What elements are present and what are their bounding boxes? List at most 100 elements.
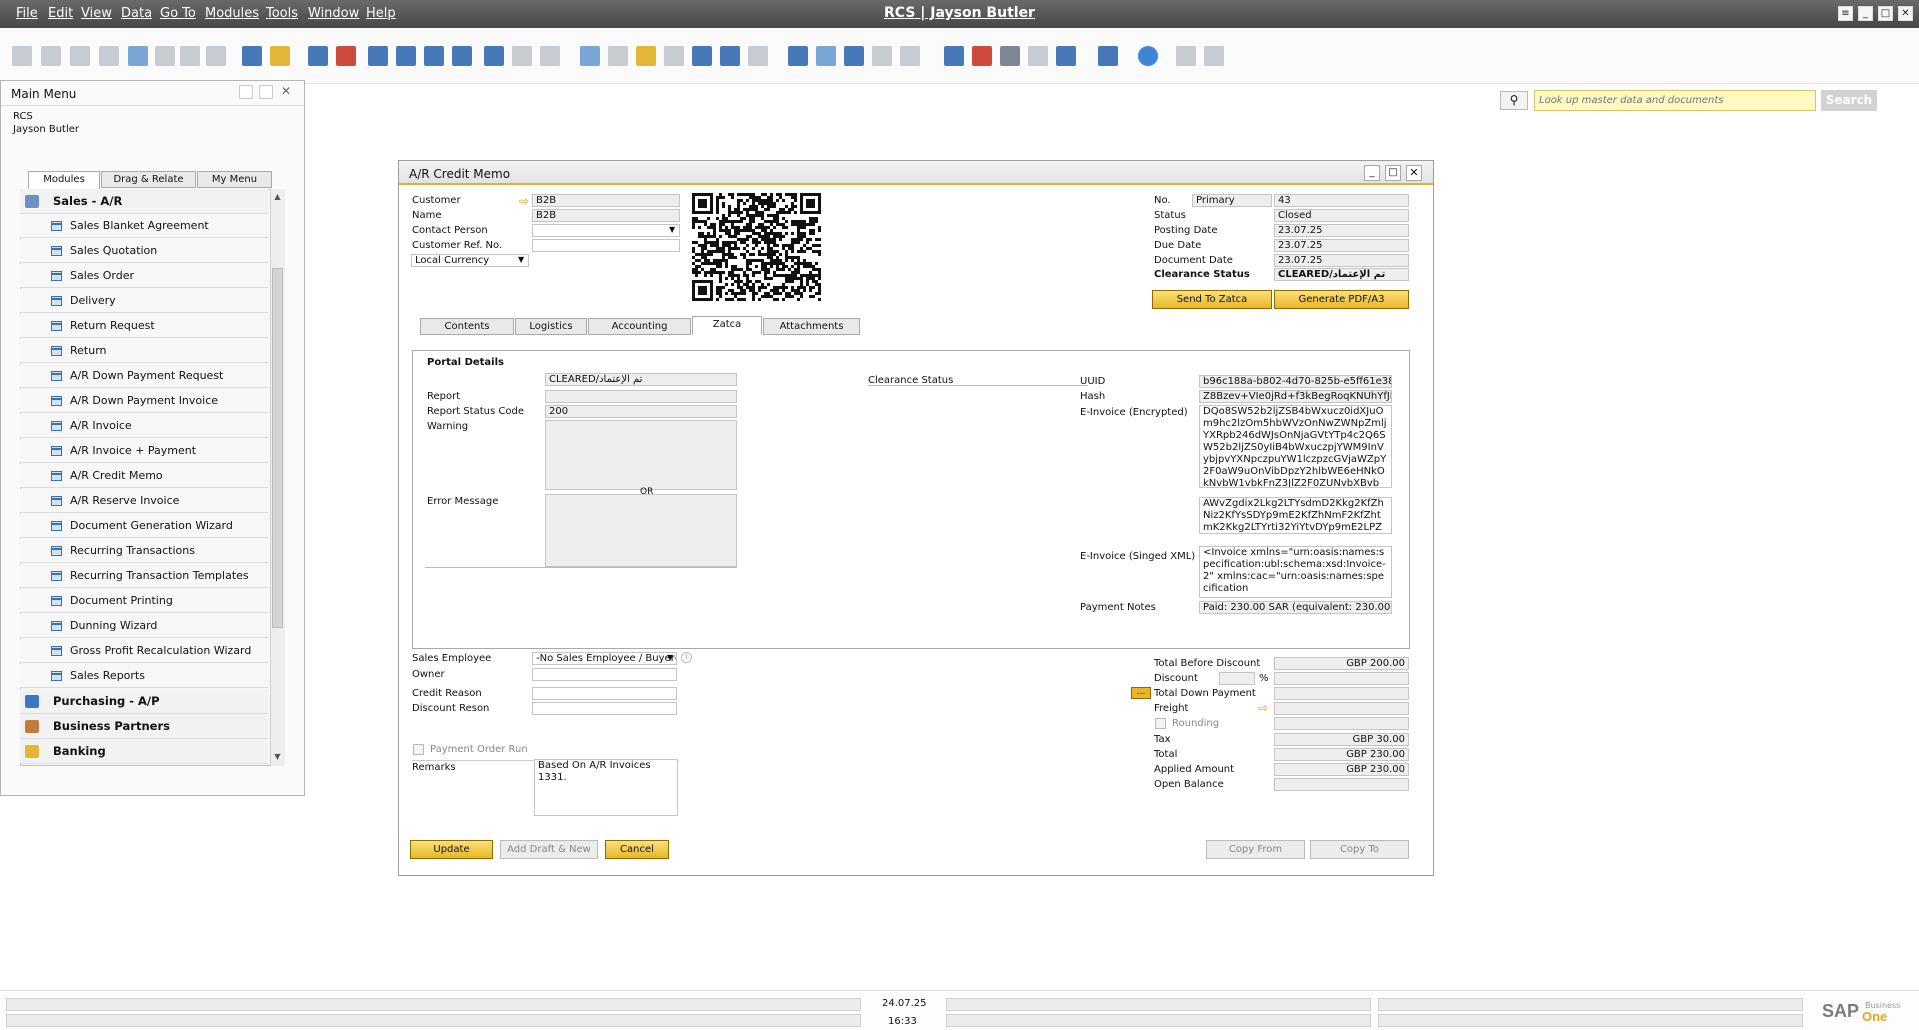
name-field[interactable]: B2B [532, 209, 680, 222]
update-button[interactable]: Update [410, 840, 493, 859]
tab-modules[interactable]: Modules [28, 171, 100, 190]
menu-item-ar-down-payment-request[interactable]: A/R Down Payment Request [20, 364, 268, 388]
menu-item-ar-credit-memo[interactable]: A/R Credit Memo [20, 464, 268, 488]
lock-icon[interactable] [270, 46, 290, 66]
org-chart-icon[interactable] [1028, 46, 1048, 66]
owner-field[interactable] [532, 668, 677, 681]
menu-item-ar-down-payment-invoice[interactable]: A/R Down Payment Invoice [20, 389, 268, 413]
generate-pdf-button[interactable]: Generate PDF/A3 [1274, 290, 1409, 309]
menu-item-sales-quotation[interactable]: Sales Quotation [20, 239, 268, 263]
scroll-thumb[interactable] [272, 268, 283, 628]
tab-zatca[interactable]: Zatca [692, 316, 762, 335]
menu-item-recurring-transaction-templates[interactable]: Recurring Transaction Templates [20, 564, 268, 588]
total-before-discount-field[interactable]: GBP 200.00 [1274, 657, 1409, 670]
currency-select[interactable]: Local Currency [411, 254, 529, 267]
calendar-icon[interactable] [944, 46, 964, 66]
category-sales[interactable]: Sales - A/R [20, 189, 268, 214]
error-message-textarea[interactable] [545, 494, 737, 567]
einvoice-xml-textarea[interactable]: <Invoice xmlns="urn:oasis:names:specific… [1199, 546, 1392, 598]
rounding-field[interactable] [1274, 717, 1409, 730]
approval-icon[interactable] [844, 46, 864, 66]
category-business-partners[interactable]: Business Partners [20, 714, 268, 739]
menu-item-gross-profit-recalculation-wizard[interactable]: Gross Profit Recalculation Wizard [20, 639, 268, 663]
payment-means-icon[interactable] [664, 46, 684, 66]
query-icon[interactable] [748, 46, 768, 66]
fax-icon[interactable] [128, 46, 148, 66]
restore-small-icon[interactable]: ≡ [1838, 6, 1853, 21]
copy-to-button[interactable]: Copy To [1310, 840, 1409, 859]
next-record-icon[interactable] [424, 46, 444, 66]
hash-field[interactable]: Z8Bzev+VIe0jRd+f3kBegRoqKNUhYfJL6rLi [1199, 390, 1392, 403]
payment-notes-field[interactable]: Paid: 230.00 SAR (equivalent: 230.00 GBP… [1199, 601, 1392, 614]
mail-icon[interactable] [972, 46, 992, 66]
email-icon[interactable] [70, 46, 90, 66]
menu-item-ar-invoice-payment[interactable]: A/R Invoice + Payment [20, 439, 268, 463]
total-down-payment-field[interactable] [1274, 687, 1409, 700]
tab-drag-relate[interactable]: Drag & Relate [101, 171, 196, 188]
menu-item-document-printing[interactable]: Document Printing [20, 589, 268, 613]
tab-my-menu[interactable]: My Menu [197, 171, 272, 188]
doc-maximize-button[interactable]: □ [1385, 165, 1401, 181]
tab-attachments[interactable]: Attachments [763, 318, 860, 335]
new-document-icon[interactable] [816, 46, 836, 66]
menu-item-return-request[interactable]: Return Request [20, 314, 268, 338]
status-field[interactable]: Closed [1274, 209, 1409, 222]
menu-item-sales-blanket-agreement[interactable]: Sales Blanket Agreement [20, 214, 268, 238]
tab-contents[interactable]: Contents [420, 318, 514, 335]
payment-order-checkbox[interactable] [413, 744, 424, 755]
qr-text-textarea[interactable]: AWvZgdix2Lkg2LTYsdmD2Kkg2KfZhNiz2KfYsSDY… [1199, 497, 1392, 534]
refresh-icon[interactable] [484, 46, 504, 66]
menu-item-ar-reserve-invoice[interactable]: A/R Reserve Invoice [20, 489, 268, 513]
target-document-icon[interactable] [608, 46, 628, 66]
warning-textarea[interactable] [545, 420, 737, 490]
add-icon[interactable] [336, 46, 356, 66]
report-field[interactable] [545, 390, 737, 403]
doc-minimize-button[interactable]: _ [1364, 165, 1380, 181]
freight-field[interactable] [1274, 702, 1409, 715]
last-record-icon[interactable] [452, 46, 472, 66]
web-icon[interactable] [1098, 46, 1118, 66]
sms-icon[interactable] [99, 46, 119, 66]
remarks-textarea[interactable]: Based On A/R Invoices 1331. [534, 759, 678, 816]
posting-date-field[interactable]: 23.07.25 [1274, 224, 1409, 237]
category-purchasing[interactable]: Purchasing - A/P [20, 689, 268, 714]
customer-field[interactable]: B2B [532, 194, 680, 207]
contact-person-select[interactable] [532, 224, 680, 237]
menu-item-recurring-transactions[interactable]: Recurring Transactions [20, 539, 268, 563]
menu-item-sales-order[interactable]: Sales Order [20, 264, 268, 288]
panel-maximize-button[interactable] [259, 85, 273, 99]
tab-accounting[interactable]: Accounting [588, 318, 691, 335]
search-button[interactable]: Search [1821, 90, 1877, 111]
send-to-zatca-button[interactable]: Send To Zatca [1152, 290, 1272, 309]
credit-reason-field[interactable] [532, 687, 677, 700]
discount-percent-field[interactable] [1219, 672, 1255, 685]
navigate-icon[interactable] [242, 46, 262, 66]
restore-button[interactable]: □ [1878, 6, 1893, 21]
alerts-icon[interactable] [900, 46, 920, 66]
menu-item-return[interactable]: Return [20, 339, 268, 363]
messages-icon[interactable] [872, 46, 892, 66]
settings-icon[interactable] [1176, 46, 1196, 66]
customer-ref-field[interactable] [532, 239, 680, 252]
copy-from-button[interactable]: Copy From [1206, 840, 1305, 859]
close-button[interactable]: ✕ [1898, 6, 1913, 21]
scroll-down-icon[interactable]: ▼ [272, 752, 283, 762]
menu-item-document-generation-wizard[interactable]: Document Generation Wizard [20, 514, 268, 538]
info-icon[interactable]: i [681, 652, 692, 663]
panel-close-icon[interactable]: ✕ [279, 84, 293, 98]
due-date-field[interactable]: 23.07.25 [1274, 239, 1409, 252]
first-record-icon[interactable] [368, 46, 388, 66]
sort-icon[interactable] [540, 46, 560, 66]
einvoice-encrypted-textarea[interactable]: DQo8SW52b2ljZSB4bWxucz0idXJuOm9hc2lzOm5h… [1199, 405, 1392, 488]
menu-item-sales-reports[interactable]: Sales Reports [20, 664, 268, 688]
link-arrow-icon[interactable]: ⇨ [519, 194, 529, 208]
link-arrow-icon[interactable]: ⇨ [1258, 701, 1268, 715]
layout-designer-icon[interactable] [720, 46, 740, 66]
total-field[interactable]: GBP 230.00 [1274, 748, 1409, 761]
tax-field[interactable]: GBP 30.00 [1274, 733, 1409, 746]
filter-icon[interactable] [512, 46, 532, 66]
help-icon[interactable] [1138, 46, 1158, 66]
export-icon[interactable] [155, 46, 175, 66]
portal-status-field[interactable]: CLEARED/تم الإعتماد [545, 373, 737, 386]
tab-logistics[interactable]: Logistics [515, 318, 587, 335]
